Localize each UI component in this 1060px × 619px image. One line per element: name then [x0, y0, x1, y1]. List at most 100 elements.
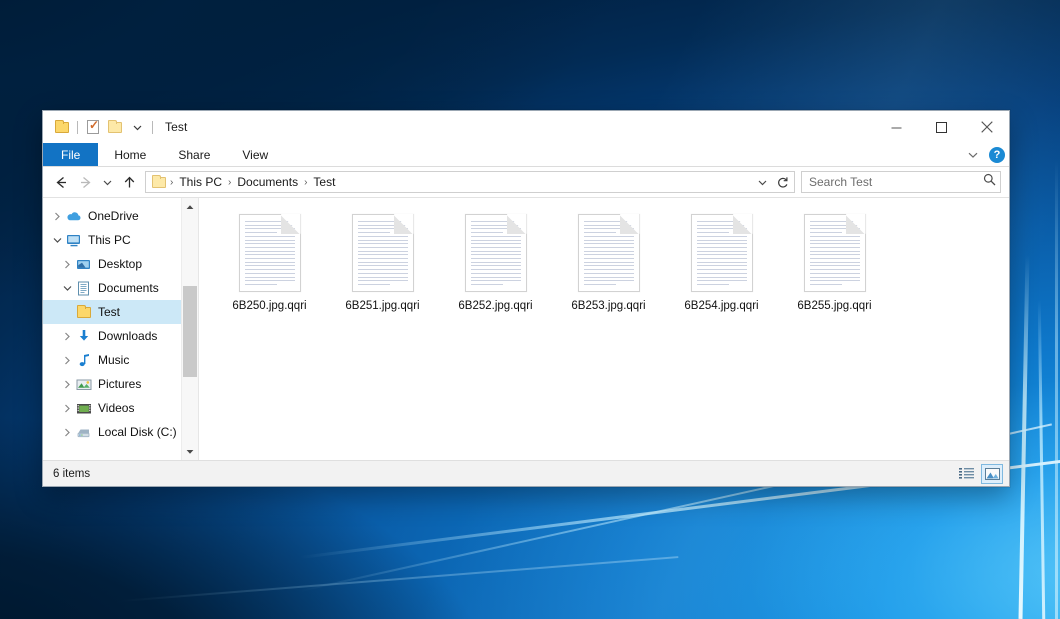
sidebar-item-label: Local Disk (C:): [98, 425, 177, 439]
sidebar-item-this-pc[interactable]: This PC: [43, 228, 198, 252]
generic-file-icon: [352, 214, 414, 292]
scroll-up-arrow-icon[interactable]: [182, 198, 198, 215]
chevron-down-icon[interactable]: [59, 285, 75, 292]
window-controls: [874, 111, 1009, 143]
toolbar-divider: [152, 121, 153, 134]
file-name: 6B253.jpg.qqri: [571, 300, 645, 312]
sidebar-item-videos[interactable]: Videos: [43, 396, 198, 420]
ribbon-right-controls: ?: [963, 143, 1005, 167]
chevron-right-icon[interactable]: [59, 380, 75, 389]
breadcrumb-item-this-pc[interactable]: This PC: [174, 175, 227, 189]
sidebar-item-music[interactable]: Music: [43, 348, 198, 372]
generic-file-icon: [691, 214, 753, 292]
scroll-down-arrow-icon[interactable]: [182, 443, 198, 460]
sidebar-item-label: Music: [98, 353, 129, 367]
chevron-right-icon[interactable]: [59, 404, 75, 413]
refresh-icon[interactable]: [772, 170, 792, 194]
close-button[interactable]: [964, 111, 1009, 143]
tab-share[interactable]: Share: [162, 143, 226, 166]
chevron-right-icon[interactable]: [59, 356, 75, 365]
tab-view[interactable]: View: [226, 143, 284, 166]
file-item[interactable]: 6B253.jpg.qqri: [552, 212, 665, 312]
scrollbar-thumb[interactable]: [183, 286, 197, 377]
download-icon: [75, 329, 93, 343]
sidebar-item-label: OneDrive: [88, 209, 139, 223]
help-icon[interactable]: ?: [989, 147, 1005, 163]
breadcrumb-tail-controls: [752, 170, 792, 194]
back-button[interactable]: [49, 170, 73, 194]
sidebar-item-test[interactable]: Test: [43, 300, 198, 324]
minimize-button[interactable]: [874, 111, 919, 143]
folder-icon[interactable]: [51, 116, 73, 138]
tab-home[interactable]: Home: [98, 143, 162, 166]
breadcrumb-item-documents[interactable]: Documents: [232, 175, 303, 189]
customize-chevron-icon[interactable]: [126, 116, 148, 138]
recent-locations-chevron-icon[interactable]: [97, 170, 117, 194]
file-item[interactable]: 6B254.jpg.qqri: [665, 212, 778, 312]
file-list-view[interactable]: 6B250.jpg.qqri 6B251.jpg.qqri 6B252.jpg.…: [198, 198, 1009, 460]
sidebar-item-label: Documents: [98, 281, 159, 295]
properties-icon[interactable]: [82, 116, 104, 138]
navigation-pane: OneDrive This PC: [43, 198, 198, 460]
sidebar-item-local-disk-c[interactable]: Local Disk (C:): [43, 420, 198, 444]
chevron-down-icon[interactable]: [49, 237, 65, 244]
navigation-pane-scrollbar[interactable]: [181, 198, 198, 460]
toolbar-divider: [77, 121, 78, 134]
search-icon[interactable]: [983, 173, 996, 191]
desktop-icon: [75, 258, 93, 271]
sidebar-item-label: Test: [98, 305, 120, 319]
chevron-right-icon[interactable]: [49, 212, 65, 221]
desktop-wallpaper: Test File Home Share View: [0, 0, 1060, 619]
details-view-button[interactable]: [955, 464, 977, 484]
file-explorer-window: Test File Home Share View: [42, 110, 1010, 487]
sidebar-item-label: This PC: [88, 233, 131, 247]
documents-icon: [75, 281, 93, 296]
breadcrumb-item-test[interactable]: Test: [308, 175, 340, 189]
tab-file[interactable]: File: [43, 143, 98, 166]
file-item[interactable]: 6B255.jpg.qqri: [778, 212, 891, 312]
file-item[interactable]: 6B251.jpg.qqri: [326, 212, 439, 312]
chevron-right-icon[interactable]: [59, 332, 75, 341]
scrollbar-track[interactable]: [182, 215, 198, 443]
title-bar[interactable]: Test: [43, 111, 1009, 143]
window-title: Test: [165, 120, 187, 134]
file-name: 6B255.jpg.qqri: [797, 300, 871, 312]
item-count-label: 6 items: [53, 468, 90, 480]
large-icons-view-button[interactable]: [981, 464, 1003, 484]
new-folder-icon[interactable]: [104, 116, 126, 138]
breadcrumb-bar[interactable]: › This PC › Documents › Test: [145, 171, 795, 193]
cloud-icon: [65, 210, 83, 222]
monitor-icon: [65, 234, 83, 247]
generic-file-icon: [804, 214, 866, 292]
breadcrumb-folder-icon[interactable]: [151, 177, 169, 188]
window-body: OneDrive This PC: [43, 197, 1009, 460]
generic-file-icon: [578, 214, 640, 292]
search-box[interactable]: [801, 171, 1001, 193]
videos-icon: [75, 402, 93, 415]
expand-ribbon-chevron-icon[interactable]: [963, 145, 983, 165]
sidebar-item-documents[interactable]: Documents: [43, 276, 198, 300]
previous-locations-chevron-icon[interactable]: [752, 170, 772, 194]
file-name: 6B252.jpg.qqri: [458, 300, 532, 312]
sidebar-item-downloads[interactable]: Downloads: [43, 324, 198, 348]
file-item[interactable]: 6B250.jpg.qqri: [213, 212, 326, 312]
file-name: 6B254.jpg.qqri: [684, 300, 758, 312]
sidebar-item-label: Pictures: [98, 377, 141, 391]
chevron-right-icon[interactable]: [59, 260, 75, 269]
file-name: 6B251.jpg.qqri: [345, 300, 419, 312]
search-input[interactable]: [809, 175, 983, 189]
file-item[interactable]: 6B252.jpg.qqri: [439, 212, 552, 312]
view-mode-buttons: [955, 464, 1003, 484]
folder-icon: [75, 307, 93, 318]
up-button[interactable]: [117, 170, 141, 194]
drive-icon: [75, 426, 93, 439]
sidebar-item-onedrive[interactable]: OneDrive: [43, 204, 198, 228]
maximize-button[interactable]: [919, 111, 964, 143]
file-name: 6B250.jpg.qqri: [232, 300, 306, 312]
chevron-right-icon[interactable]: [59, 428, 75, 437]
sidebar-item-label: Videos: [98, 401, 134, 415]
sidebar-item-pictures[interactable]: Pictures: [43, 372, 198, 396]
forward-button[interactable]: [73, 170, 97, 194]
sidebar-item-desktop[interactable]: Desktop: [43, 252, 198, 276]
address-bar-row: › This PC › Documents › Test: [43, 167, 1009, 197]
